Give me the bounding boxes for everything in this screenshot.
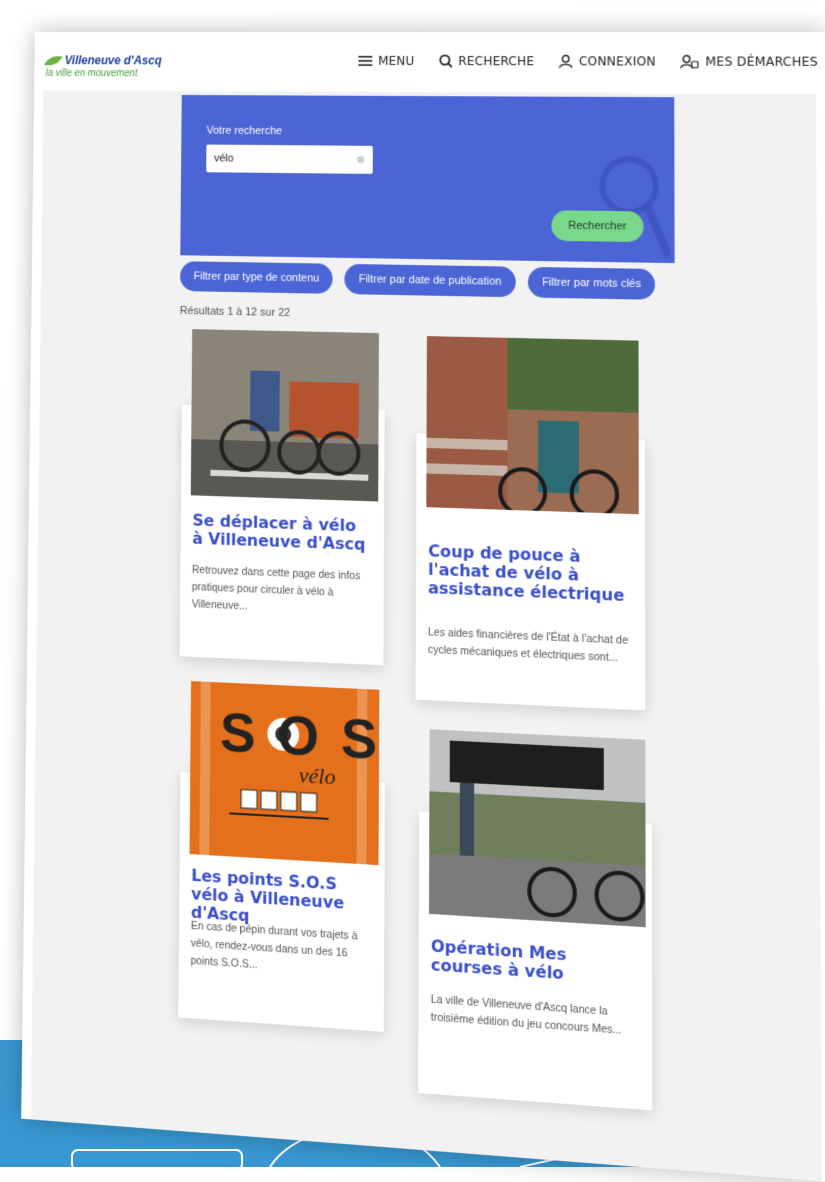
electric-bike-photo [426, 336, 639, 515]
filter-publication-date-button[interactable]: Filtrer par date de publication [344, 263, 516, 298]
user-icon [559, 54, 573, 68]
card-title[interactable]: Coup de pouce à l'achat de vélo à assist… [428, 541, 638, 606]
results-count: Résultats 1 à 12 sur 22 [179, 304, 291, 320]
search-panel: Votre recherche vélo ⊗ Rechercher [180, 94, 675, 264]
site-logo[interactable]: Villeneuve d'Ascq la ville en mouvement [44, 53, 162, 80]
search-input-value: vélo [214, 152, 234, 165]
web-page: Villeneuve d'Ascq la ville en mouvement … [21, 32, 825, 1182]
magnifier-decoration-icon [588, 153, 670, 263]
sos-velo-logo: SOS vélo [189, 681, 380, 866]
card-description: Retrouvez dans cette page des infos prat… [191, 563, 361, 613]
cargo-bike-photo [190, 329, 379, 502]
card-title[interactable]: Se déplacer à vélo à Villeneuve d'Ascq [192, 510, 370, 554]
nav-procedures-label: MES DÉMARCHES [705, 54, 818, 70]
logo-brand-text: Villeneuve d'Ascq [64, 53, 162, 68]
clear-icon[interactable]: ⊗ [357, 154, 365, 165]
search-input[interactable]: vélo ⊗ [206, 144, 373, 174]
search-icon [438, 54, 452, 68]
user-badge-icon [681, 54, 700, 68]
search-submit-button[interactable]: Rechercher [551, 210, 644, 243]
nav-search-button[interactable]: RECHERCHE [438, 54, 534, 68]
filter-keywords-button[interactable]: Filtrer par mots clés [527, 266, 656, 300]
nav-search-label: RECHERCHE [458, 54, 535, 69]
street-bike-photo [428, 729, 646, 928]
menu-icon [358, 55, 373, 66]
leaf-logo-icon [44, 55, 63, 65]
logo-tagline: la ville en mouvement [45, 68, 138, 80]
main-nav: MENU RECHERCHE CONNEXION MES DÉMARCHES [358, 54, 818, 69]
nav-menu-label: MENU [378, 53, 415, 68]
nav-login-button[interactable]: CONNEXION [559, 54, 656, 69]
nav-login-label: CONNEXION [578, 54, 656, 69]
filter-content-type-button[interactable]: Filtrer par type de contenu [179, 261, 334, 294]
header-bar: Villeneuve d'Ascq la ville en mouvement … [34, 32, 825, 94]
sos-logo-subtext: vélo [298, 761, 336, 790]
nav-procedures-button[interactable]: MES DÉMARCHES [681, 54, 818, 69]
search-label: Votre recherche [206, 124, 283, 138]
nav-menu-button[interactable]: MENU [358, 54, 414, 68]
